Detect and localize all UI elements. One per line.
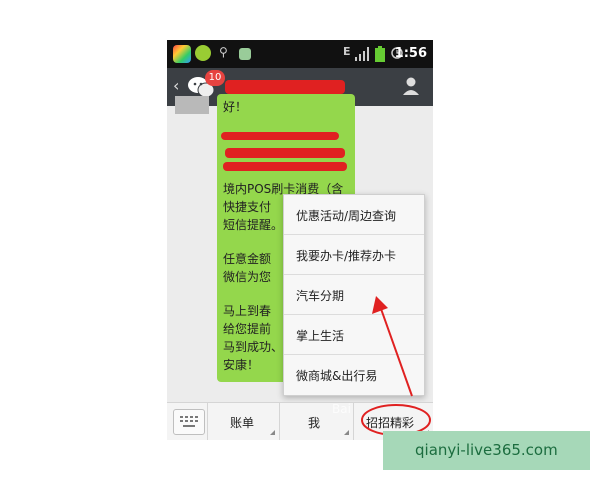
message-line: 任意金额 [223,252,272,266]
message-line: 快捷支付 [223,200,272,214]
message-line: 给您提前 [223,322,272,336]
message-line: 安康！ [223,358,260,372]
redacted-title [225,80,345,94]
message-line: 微信为您 [223,270,272,284]
tab-label: 我 [308,416,321,430]
network-e-icon: E [343,45,351,58]
keyboard-icon [180,416,198,427]
back-icon[interactable]: ‹ [173,76,179,95]
avatar [175,96,209,114]
status-bar: ⚲ E 1:56 [167,40,433,68]
tab-label: 招招精彩 [366,416,415,430]
app-notification-icon [173,45,191,63]
android-debug-icon [239,48,251,60]
menu-item-label: 掌上生活 [296,329,345,343]
signal-icon [355,47,369,61]
submenu-indicator-icon [270,430,275,435]
tab-label: 账单 [230,416,255,430]
site-watermark: qianyi-live365.com [383,431,590,470]
clock: 1:56 [394,46,427,61]
usb-icon: ⚲ [219,45,228,59]
submenu-indicator-icon [344,430,349,435]
watermark-text: qianyi-live365.com [415,441,558,459]
menu-item-mobile-life[interactable]: 掌上生活 [284,315,424,355]
person-icon[interactable] [401,76,421,96]
popup-menu: 优惠活动/周边查询 我要办卡/推荐办卡 汽车分期 掌上生活 微商城&出行易 [283,194,425,396]
tab-bill[interactable]: 账单 [207,403,279,440]
message-line: 好！ [223,100,248,114]
message-line: 马到成功、 [223,340,284,354]
menu-item-apply-card[interactable]: 我要办卡/推荐办卡 [284,235,424,275]
redaction-mark [221,132,339,140]
menu-item-label: 我要办卡/推荐办卡 [296,249,397,263]
menu-item-car-installment[interactable]: 汽车分期 [284,275,424,315]
keyboard-toggle-button[interactable] [173,409,205,435]
baidu-watermark: Bai [332,402,351,416]
phone-screen: ⚲ E 1:56 ‹ 10 好！ 境内POS刷卡消费（含 快捷支付 短信提醒。 … [167,40,433,440]
battery-icon [375,46,385,62]
redaction-mark [223,162,347,171]
message-line: 短信提醒。 [223,218,284,232]
message-line: 马上到春 [223,304,272,318]
unread-badge: 10 [205,70,225,86]
menu-item-label: 汽车分期 [296,289,345,303]
notification-icon [195,45,211,61]
menu-item-promotions[interactable]: 优惠活动/周边查询 [284,195,424,235]
menu-item-label: 微商城&出行易 [296,369,378,383]
menu-item-mall-travel[interactable]: 微商城&出行易 [284,355,424,395]
redaction-mark [225,148,345,158]
menu-item-label: 优惠活动/周边查询 [296,209,397,223]
